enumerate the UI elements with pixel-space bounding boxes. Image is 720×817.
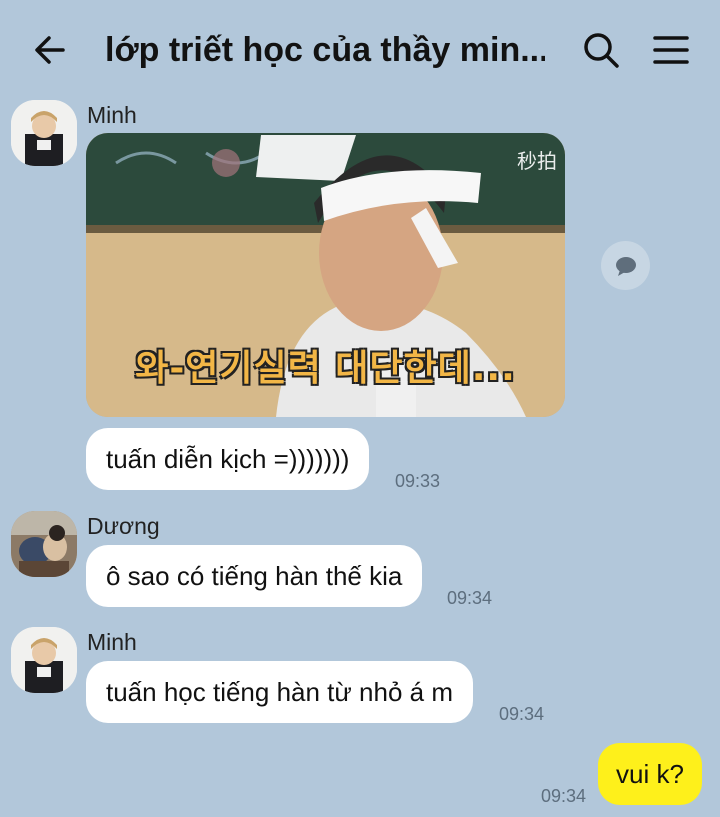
share-button[interactable]: [601, 241, 650, 290]
image-caption: 와-연기실력 대단한데...: [135, 348, 516, 389]
message-time: 09:34: [447, 588, 493, 608]
my-message-bubble[interactable]: vui k?: [598, 743, 702, 805]
sender-name: Minh: [87, 102, 137, 128]
avatar-duong[interactable]: [11, 511, 77, 577]
sender-name: Minh: [87, 629, 137, 655]
speech-bubble-icon: [615, 256, 636, 276]
chat-title: lớp triết học của thầy min...: [105, 31, 545, 69]
back-button[interactable]: [30, 30, 70, 70]
message-time: 09:34: [499, 704, 545, 724]
arrow-left-icon: [35, 36, 65, 64]
search-icon[interactable]: [582, 31, 620, 69]
sender-name: Dương: [87, 513, 160, 539]
message-bubble[interactable]: tuấn học tiếng hàn từ nhỏ á m: [86, 661, 473, 723]
message-time: 09:33: [395, 471, 441, 491]
chat-header: lớp triết học của thầy min...: [0, 0, 720, 96]
video-watermark: 秒拍: [517, 149, 557, 173]
message-bubble[interactable]: tuấn diễn kịch =))))))): [86, 428, 370, 490]
image-message[interactable]: 秒拍 와-연기실력 대단한데...: [86, 133, 565, 417]
message-time: 09:34: [541, 786, 587, 806]
avatar-minh[interactable]: [11, 100, 77, 166]
avatar-minh[interactable]: [11, 627, 77, 693]
message-bubble[interactable]: ô sao có tiếng hàn thế kia: [86, 545, 423, 607]
hamburger-menu-icon[interactable]: [652, 33, 690, 67]
